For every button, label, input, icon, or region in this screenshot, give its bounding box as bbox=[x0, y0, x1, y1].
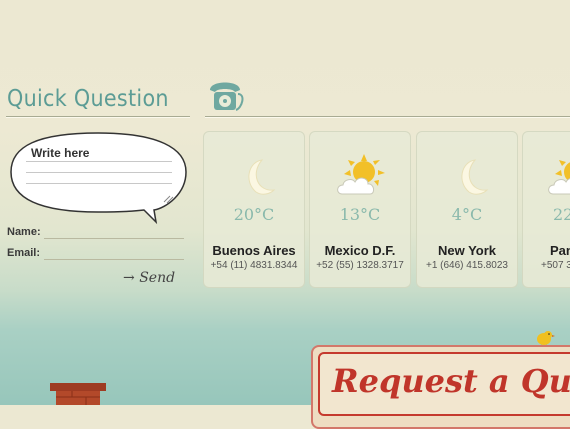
phone-number: +54 (11) 4831.8344 bbox=[210, 260, 298, 271]
weather-card[interactable]: 20°C Buenos Aires +54 (11) 4831.8344 bbox=[203, 131, 305, 288]
telephone-icon bbox=[210, 82, 244, 111]
partly-sunny-icon bbox=[548, 160, 570, 195]
weather-card[interactable]: 4°C New York +1 (646) 415.8023 bbox=[416, 131, 518, 288]
temperature: 4°C bbox=[451, 205, 483, 224]
message-lines bbox=[26, 161, 172, 194]
name-label: Name: bbox=[7, 226, 41, 238]
email-label: Email: bbox=[7, 247, 41, 259]
title-divider bbox=[6, 116, 190, 118]
phone-number: +507 3 bbox=[541, 260, 570, 271]
city-name: Buenos Aires bbox=[212, 243, 296, 258]
phone-number: +1 (646) 415.8023 bbox=[425, 260, 508, 271]
weather-divider bbox=[205, 116, 570, 118]
arrow-right-icon: → bbox=[123, 270, 135, 286]
temperature: 13°C bbox=[339, 205, 381, 224]
quick-question-title: Quick Question bbox=[7, 86, 169, 112]
email-field[interactable] bbox=[44, 259, 184, 260]
city-name: New York bbox=[437, 243, 497, 258]
chimney-icon bbox=[50, 383, 106, 405]
moon-icon bbox=[248, 159, 276, 195]
partly-sunny-icon bbox=[337, 154, 385, 195]
name-field[interactable] bbox=[44, 238, 184, 239]
temperature: 20°C bbox=[233, 205, 275, 224]
send-label: Send bbox=[139, 270, 176, 286]
phone-number: +52 (55) 1328.3717 bbox=[316, 260, 404, 271]
send-button[interactable]: → Send bbox=[123, 270, 175, 286]
weather-card[interactable]: 13°C Mexico D.F. +52 (55) 1328.3717 bbox=[309, 131, 411, 288]
city-name: Mexico D.F. bbox=[324, 243, 396, 258]
moon-icon bbox=[461, 159, 489, 195]
request-quote-label: Request a Quo bbox=[332, 362, 570, 400]
temperature: 22 bbox=[553, 205, 570, 224]
message-textarea[interactable]: Write here bbox=[31, 146, 89, 160]
weather-card[interactable]: 22 Pan +507 3 bbox=[522, 131, 570, 288]
city-name: Pan bbox=[550, 243, 570, 258]
